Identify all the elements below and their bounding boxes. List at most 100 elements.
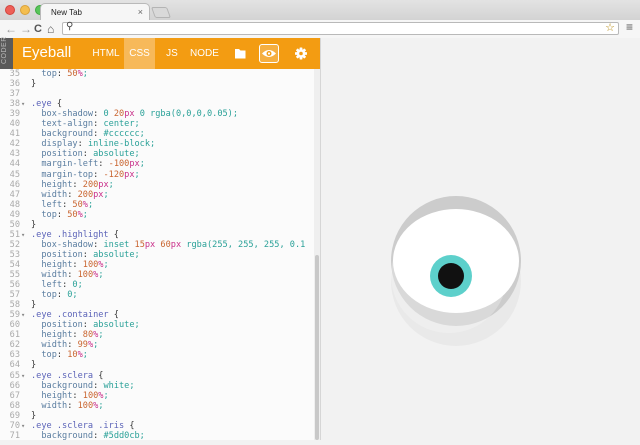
fold-arrow-icon[interactable]: ▾ bbox=[21, 371, 25, 381]
app-title: Eyeball bbox=[22, 44, 72, 61]
fold-arrow-icon[interactable]: ▾ bbox=[21, 310, 25, 320]
minimize-window-icon[interactable] bbox=[20, 5, 30, 15]
folder-icon[interactable] bbox=[230, 44, 250, 63]
browser-tab-strip: New Tab × bbox=[0, 0, 640, 20]
line-number: 66 bbox=[9, 380, 20, 391]
code-text: position: absolute; bbox=[41, 320, 140, 331]
tab-node[interactable]: NODE bbox=[187, 38, 222, 69]
line-number: 58 bbox=[9, 300, 20, 311]
line-number: 68 bbox=[9, 400, 20, 411]
home-icon[interactable]: ⌂ bbox=[47, 21, 54, 37]
code-text: height: 200px; bbox=[41, 179, 114, 190]
code-text: width: 100%; bbox=[41, 400, 104, 411]
fold-arrow-icon[interactable]: ▾ bbox=[21, 421, 25, 431]
line-number: 67 bbox=[9, 390, 20, 401]
line-number: 43 bbox=[9, 149, 20, 160]
line-number: 51 bbox=[9, 229, 20, 240]
code-text: width: 99%; bbox=[41, 340, 99, 351]
code-text: top: 50%; bbox=[41, 209, 88, 220]
editor-scrollbar-thumb[interactable] bbox=[315, 255, 319, 440]
address-bar[interactable]: ⚲ ☆ bbox=[62, 21, 619, 35]
tab-js[interactable]: JS bbox=[157, 38, 187, 69]
code-text: } bbox=[31, 219, 37, 230]
line-number: 46 bbox=[9, 179, 20, 190]
code-text: width: 100%; bbox=[41, 270, 104, 280]
line-number: 42 bbox=[9, 139, 20, 150]
tab-css[interactable]: CSS bbox=[124, 38, 155, 69]
back-icon[interactable]: ← bbox=[5, 21, 17, 37]
code-text: left: 0; bbox=[41, 280, 83, 291]
code-text: box-shadow: 0 20px 0 rgba(0,0,0,0.05); bbox=[41, 109, 239, 120]
bookmark-star-icon[interactable]: ☆ bbox=[605, 21, 615, 34]
code-text: .eye .sclera { bbox=[31, 370, 104, 381]
code-text: .eye .sclera .iris { bbox=[31, 420, 135, 431]
code-text: } bbox=[31, 79, 37, 90]
code-text: position: absolute; bbox=[41, 249, 140, 260]
line-number: 63 bbox=[9, 350, 20, 361]
line-number: 54 bbox=[9, 259, 20, 270]
code-text: height: 80%; bbox=[41, 330, 104, 341]
code-text: margin-top: -120px; bbox=[41, 169, 140, 180]
line-number: 55 bbox=[9, 270, 20, 280]
line-number: 35 bbox=[9, 69, 20, 79]
line-number: 61 bbox=[9, 330, 20, 341]
gear-icon[interactable] bbox=[291, 44, 311, 63]
line-number: 41 bbox=[9, 129, 20, 140]
line-number: 62 bbox=[9, 340, 20, 351]
line-number: 59 bbox=[9, 310, 20, 321]
line-number: 65 bbox=[9, 370, 20, 381]
code-text: background: white; bbox=[41, 380, 135, 391]
fold-arrow-icon[interactable]: ▾ bbox=[21, 99, 25, 109]
tab-close-icon[interactable]: × bbox=[138, 7, 143, 17]
browser-menu-icon[interactable]: ≡ bbox=[626, 20, 633, 34]
fold-arrow-icon[interactable]: ▾ bbox=[21, 230, 25, 240]
code-text: } bbox=[31, 360, 37, 371]
code-text: text-align: center; bbox=[41, 119, 140, 130]
code-text: height: 100%; bbox=[41, 259, 109, 270]
reload-icon[interactable]: C bbox=[34, 21, 42, 37]
code-text: display: inline-block; bbox=[41, 139, 156, 150]
code-text: position: absolute; bbox=[41, 149, 140, 160]
code-text: margin-left: -100px; bbox=[41, 159, 145, 170]
eyeball-preview bbox=[391, 196, 521, 346]
code-editor[interactable]: 35 top: 50%; 36} 37 38 ▾ .eye {39 box-shadow:… bbox=[0, 69, 314, 440]
line-number: 44 bbox=[9, 159, 20, 170]
line-number: 70 bbox=[9, 420, 20, 431]
tab-html[interactable]: HTML bbox=[88, 38, 124, 69]
line-number: 38 bbox=[9, 99, 20, 110]
line-number: 64 bbox=[9, 360, 20, 371]
line-number: 57 bbox=[9, 290, 20, 301]
code-text: top: 50%; bbox=[41, 69, 88, 79]
line-number: 48 bbox=[9, 199, 20, 210]
eye-icon[interactable] bbox=[259, 44, 279, 63]
line-number: 69 bbox=[9, 410, 20, 421]
forward-icon[interactable]: → bbox=[20, 21, 32, 37]
tab-title: New Tab bbox=[51, 8, 82, 17]
close-window-icon[interactable] bbox=[5, 5, 15, 15]
code-text: background: #5dd0cb; bbox=[41, 430, 145, 440]
line-number: 49 bbox=[9, 209, 20, 220]
code-text: .eye .highlight { bbox=[31, 229, 119, 240]
code-text: top: 0; bbox=[41, 290, 78, 301]
browser-tab[interactable]: New Tab × bbox=[40, 3, 150, 20]
browser-toolbar: ← → C ⌂ ⚲ ☆ ≡ bbox=[0, 20, 640, 39]
code-text: } bbox=[31, 410, 37, 421]
line-number: 52 bbox=[9, 239, 20, 250]
code-text: background: #cccccc; bbox=[41, 129, 145, 140]
line-number: 50 bbox=[9, 219, 20, 230]
line-number: 37 bbox=[9, 89, 20, 100]
line-number: 36 bbox=[9, 79, 20, 90]
code-text: width: 200px; bbox=[41, 189, 109, 200]
line-number: 71 bbox=[9, 430, 20, 440]
line-number: 47 bbox=[9, 189, 20, 200]
eye-pupil bbox=[438, 263, 464, 289]
preview-pane bbox=[321, 38, 640, 440]
code-text: } bbox=[31, 300, 37, 311]
new-tab-button[interactable] bbox=[150, 7, 172, 18]
line-number: 60 bbox=[9, 320, 20, 331]
code-text: left: 50%; bbox=[41, 199, 94, 210]
code-text: box-shadow: inset 15px 60px rgba(255, 25… bbox=[41, 239, 306, 250]
line-number: 56 bbox=[9, 280, 20, 291]
line-number: 53 bbox=[9, 249, 20, 260]
editor-header: CODER Eyeball HTML CSS JS NODE bbox=[0, 36, 320, 69]
